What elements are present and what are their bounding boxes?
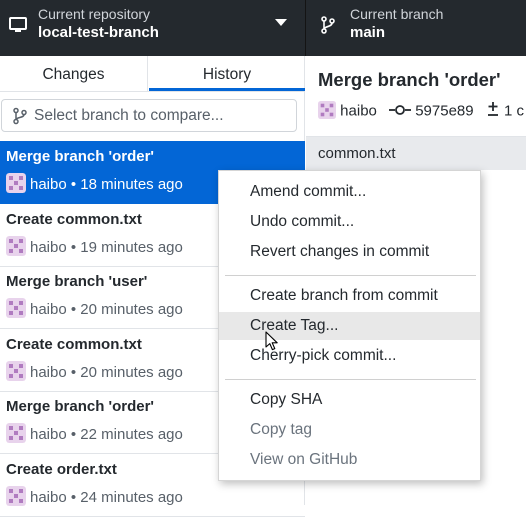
- active-tab-indicator: [149, 88, 305, 91]
- commit-time: 18 minutes ago: [80, 176, 183, 193]
- compare-branch-input[interactable]: [34, 104, 289, 128]
- menu-item-amend-commit[interactable]: Amend commit...: [219, 178, 480, 206]
- commit-title: Create common.txt: [6, 335, 142, 353]
- commit-meta: haibo • 20 minutes ago: [6, 360, 183, 381]
- commit-author: haibo: [30, 176, 67, 193]
- current-repository-label: Current repository: [38, 6, 151, 22]
- tab-bar: Changes History: [0, 56, 305, 92]
- commit-author: haibo: [30, 363, 67, 381]
- commit-author: haibo: [30, 238, 67, 256]
- separator-dot: •: [66, 176, 81, 193]
- git-compare-icon: [13, 107, 27, 125]
- commit-time: 19 minutes ago: [80, 238, 183, 256]
- commit-meta: haibo • 18 minutes ago: [6, 173, 183, 193]
- avatar-icon: [6, 173, 26, 193]
- commit-context-menu: Amend commit... Undo commit... Revert chan…: [218, 170, 481, 481]
- commit-meta: haibo • 20 minutes ago: [6, 298, 183, 318]
- commit-meta: haibo • 19 minutes ago: [6, 235, 183, 256]
- current-branch-label: Current branch: [350, 6, 444, 22]
- menu-item-create-tag[interactable]: Create Tag...: [219, 312, 480, 340]
- mouse-pointer-icon: [265, 331, 278, 351]
- git-commit-icon: [389, 105, 412, 115]
- avatar-icon: [6, 360, 26, 381]
- separator-dot: •: [66, 488, 81, 506]
- commit-author: haibo: [340, 102, 377, 120]
- menu-separator: [225, 379, 476, 380]
- current-branch-value: main: [350, 24, 386, 41]
- commit-meta: haibo • 22 minutes ago: [6, 423, 183, 443]
- commit-title: Merge branch 'user': [6, 273, 148, 290]
- menu-item-revert-changes-in-commit[interactable]: Revert changes in commit: [219, 238, 480, 266]
- menu-item-view-on-github: View on GitHub: [250, 451, 358, 468]
- commit-time: 24 minutes ago: [80, 488, 183, 506]
- avatar-icon: [6, 485, 26, 506]
- files-changed-count: 1 c: [503, 102, 524, 120]
- file-diff-icon: [487, 102, 498, 116]
- commit-title: Create common.txt: [6, 210, 142, 228]
- changed-file-name: common.txt: [318, 145, 396, 162]
- menu-item-create-branch-from-commit[interactable]: Create branch from commit: [219, 282, 480, 310]
- commit-time: 20 minutes ago: [80, 301, 183, 318]
- commit-sha[interactable]: 5975e89: [415, 103, 473, 120]
- git-branch-icon: [321, 16, 335, 34]
- current-branch-button[interactable]: Current branch main: [306, 0, 526, 56]
- changed-file-item[interactable]: common.txt: [306, 136, 526, 170]
- separator-dot: •: [66, 238, 81, 256]
- commit-author: haibo: [30, 301, 67, 318]
- compare-branch-filter: [1, 99, 297, 132]
- commit-title: Merge branch 'order': [6, 148, 155, 165]
- desktop-icon: [9, 17, 27, 32]
- menu-separator: [225, 275, 476, 276]
- tab-history[interactable]: History: [149, 56, 305, 92]
- separator-dot: •: [66, 363, 81, 381]
- separator-dot: •: [66, 301, 81, 318]
- menu-item-copy-sha[interactable]: Copy SHA: [219, 386, 480, 414]
- menu-item-undo-commit[interactable]: Undo commit...: [219, 208, 480, 236]
- menu-item-cherry-pick-commit[interactable]: Cherry-pick commit...: [219, 342, 480, 370]
- commit-title: Create order.txt: [6, 460, 117, 478]
- commit-time: 20 minutes ago: [80, 363, 183, 381]
- commit-author: haibo: [30, 426, 67, 443]
- app-toolbar: Current repository local-test-branch Cur…: [0, 0, 526, 56]
- menu-item-copy-tag: Copy tag: [250, 421, 313, 438]
- commit-meta: haibo 5975e89 1 c: [318, 101, 524, 120]
- chevron-down-icon: [275, 19, 287, 26]
- commit-meta: haibo • 24 minutes ago: [6, 485, 183, 506]
- current-repository-value: local-test-branch: [38, 24, 159, 41]
- current-repository-button[interactable]: Current repository local-test-branch: [0, 0, 306, 56]
- commit-time: 22 minutes ago: [80, 426, 183, 443]
- commit-title: Merge branch 'order': [6, 398, 155, 415]
- avatar-icon: [6, 235, 26, 256]
- separator-dot: •: [66, 426, 81, 443]
- tab-changes[interactable]: Changes: [0, 56, 148, 92]
- avatar-icon: [6, 423, 26, 443]
- commit-author: haibo: [30, 488, 67, 506]
- avatar-icon: [6, 298, 26, 318]
- commit-summary-title: Merge branch 'order': [318, 69, 501, 90]
- avatar-icon: [318, 101, 336, 119]
